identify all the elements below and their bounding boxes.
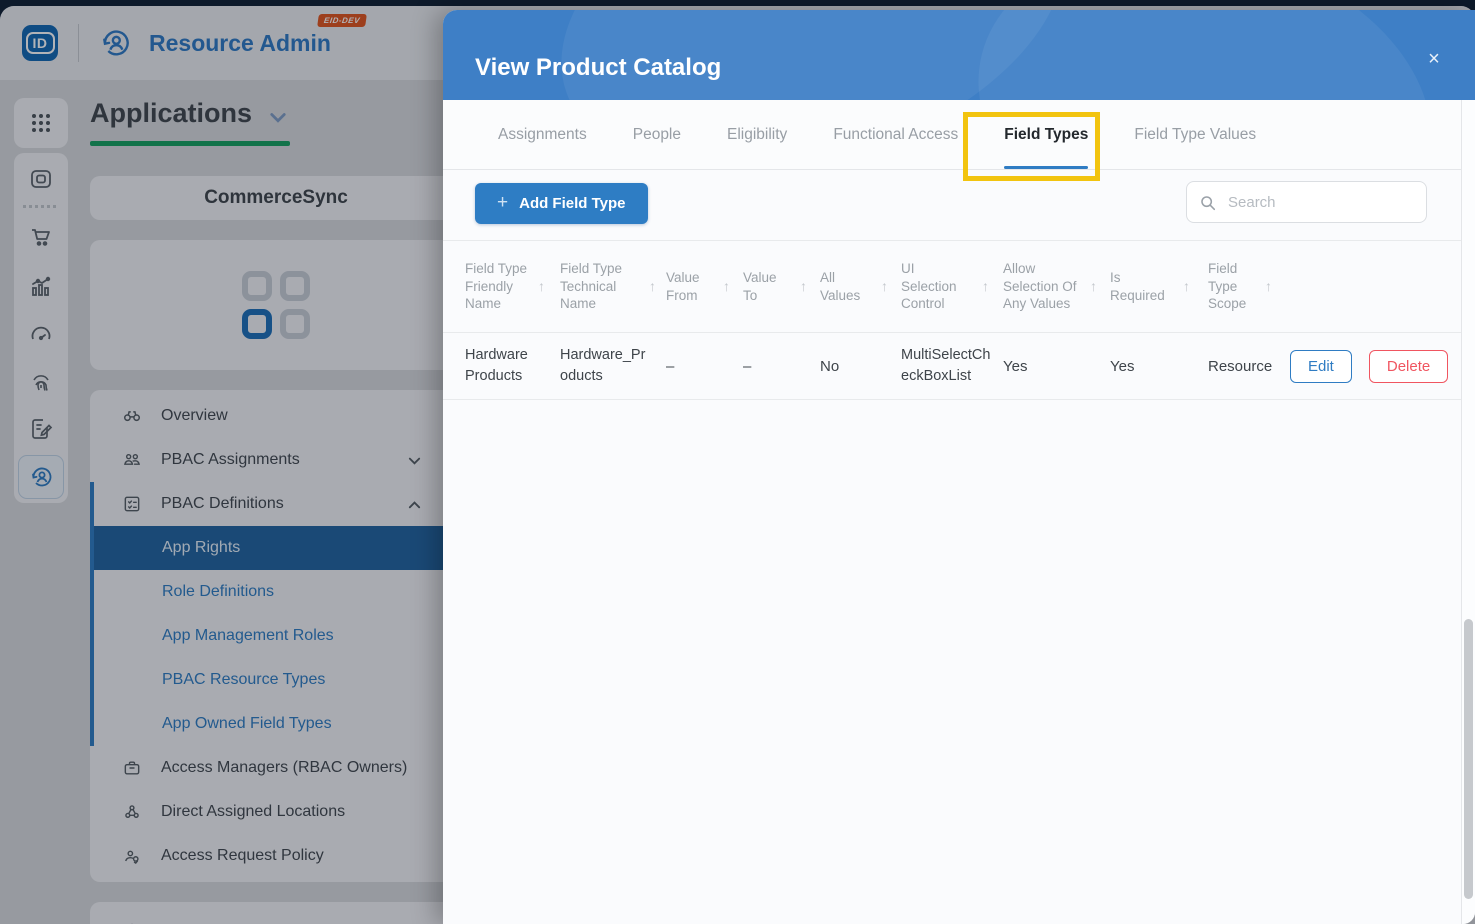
col-ui-selection-control: UI Selection Control ↑ xyxy=(901,260,1003,313)
tab-field-type-values[interactable]: Field Type Values xyxy=(1111,100,1279,169)
cell-is-required: Yes xyxy=(1110,358,1208,375)
tab-people[interactable]: People xyxy=(610,100,704,169)
col-is-required: Is Required ↑ xyxy=(1110,269,1208,305)
tab-functional-access[interactable]: Functional Access xyxy=(810,100,981,169)
sort-icon[interactable]: ↑ xyxy=(1090,277,1097,295)
add-field-type-button[interactable]: + Add Field Type xyxy=(475,183,648,224)
sort-icon[interactable]: ↑ xyxy=(982,277,989,295)
tab-label: Assignments xyxy=(498,126,587,144)
col-value-from: Value From ↑ xyxy=(666,269,743,305)
col-field-type-scope: Field Type Scope ↑ xyxy=(1208,260,1290,313)
field-types-table: Field Type Friendly Name ↑ Field Type Te… xyxy=(443,240,1461,400)
col-field-type-technical-name: Field Type Technical Name ↑ xyxy=(560,260,666,313)
tab-eligibility[interactable]: Eligibility xyxy=(704,100,810,169)
scrollbar-thumb[interactable] xyxy=(1464,619,1473,899)
cell-technical-name: Hardware_Products xyxy=(560,345,646,387)
tab-assignments[interactable]: Assignments xyxy=(475,100,610,169)
tab-label: Field Type Values xyxy=(1134,126,1256,144)
cell-value-to: – xyxy=(743,358,820,375)
cell-allow-selection: Yes xyxy=(1003,358,1110,375)
cell-all-values: No xyxy=(820,358,901,375)
tab-field-types[interactable]: Field Types xyxy=(981,100,1111,169)
tab-label: Functional Access xyxy=(833,126,958,144)
modal-scrollbar[interactable] xyxy=(1461,100,1475,924)
sort-icon[interactable]: ↑ xyxy=(649,277,656,295)
table-header-row: Field Type Friendly Name ↑ Field Type Te… xyxy=(443,240,1461,333)
modal-title: View Product Catalog xyxy=(475,54,721,82)
cell-field-type-scope: Resource xyxy=(1208,358,1290,375)
sort-icon[interactable]: ↑ xyxy=(538,277,545,295)
col-allow-selection-of-any-values: Allow Selection Of Any Values ↑ xyxy=(1003,260,1110,313)
modal-header: View Product Catalog × xyxy=(443,10,1475,100)
edit-button[interactable]: Edit xyxy=(1290,350,1352,383)
search-icon xyxy=(1199,194,1216,211)
header-decor-curve xyxy=(943,10,1467,100)
delete-button[interactable]: Delete xyxy=(1369,350,1448,383)
plus-icon: + xyxy=(497,192,508,214)
col-value-to: Value To ↑ xyxy=(743,269,820,305)
add-field-type-label: Add Field Type xyxy=(519,195,625,212)
modal-tab-bar: Assignments People Eligibility Functiona… xyxy=(443,100,1461,170)
tab-label: Eligibility xyxy=(727,126,787,144)
col-field-type-friendly-name: Field Type Friendly Name ↑ xyxy=(465,260,560,313)
row-actions: Edit Delete xyxy=(1290,350,1472,383)
search-box xyxy=(1186,181,1427,223)
sort-icon[interactable]: ↑ xyxy=(1183,277,1190,295)
cell-friendly-name: Hardware Products xyxy=(465,345,539,387)
close-icon[interactable]: × xyxy=(1419,44,1449,74)
sort-icon[interactable]: ↑ xyxy=(800,277,807,295)
search-input[interactable] xyxy=(1228,194,1414,211)
view-product-catalog-modal: View Product Catalog × Assignments Peopl… xyxy=(443,10,1475,924)
tab-label: Field Types xyxy=(1004,126,1088,144)
table-row: Hardware Products Hardware_Products – – … xyxy=(443,333,1461,400)
cell-ui-selection-control: MultiSelectCheckBoxList xyxy=(901,345,993,387)
sort-icon[interactable]: ↑ xyxy=(723,277,730,295)
sort-icon[interactable]: ↑ xyxy=(881,277,888,295)
sort-icon[interactable]: ↑ xyxy=(1265,277,1272,295)
cell-value-from: – xyxy=(666,358,743,375)
screen: ID Resource Admin EID-DEV xyxy=(0,0,1475,924)
col-all-values: All Values ↑ xyxy=(820,269,901,305)
tab-label: People xyxy=(633,126,681,144)
